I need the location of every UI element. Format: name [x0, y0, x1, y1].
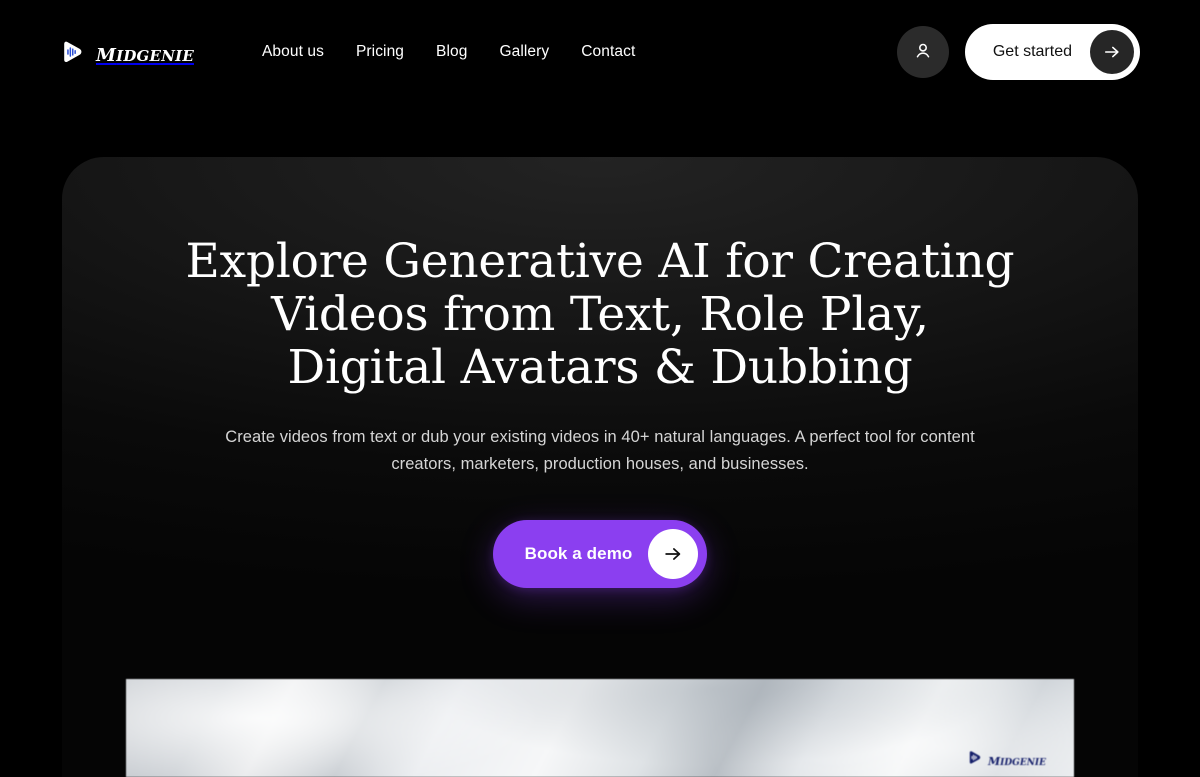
primary-nav-links: About us Pricing Blog Gallery Contact: [262, 43, 635, 61]
video-preview-thumbnail[interactable]: MidGenie: [126, 679, 1074, 777]
nav-item-about-us[interactable]: About us: [262, 43, 324, 61]
user-account-icon: [912, 40, 934, 65]
brand-name-text: MidGenie: [96, 37, 194, 67]
arrow-right-icon: [1090, 30, 1134, 74]
get-started-label: Get started: [992, 43, 1072, 60]
nav-item-gallery[interactable]: Gallery: [499, 43, 549, 61]
video-preview-blur-overlay: [126, 679, 1074, 777]
play-waveform-icon: [966, 749, 983, 771]
hero-headline: Explore Generative AI for Creating Video…: [185, 234, 1015, 395]
hero-cta-row: Book a demo: [62, 520, 1138, 588]
brand-logo-link[interactable]: MidGenie: [58, 38, 194, 67]
hero-subheadline: Create videos from text or dub your exis…: [225, 428, 975, 473]
nav-item-pricing[interactable]: Pricing: [356, 43, 404, 61]
nav-item-contact[interactable]: Contact: [581, 43, 635, 61]
play-waveform-icon: [58, 38, 86, 66]
watermark-brand-name: MidGenie: [987, 751, 1046, 769]
account-avatar-button[interactable]: [896, 26, 949, 78]
nav-item-blog[interactable]: Blog: [436, 43, 467, 61]
nav-actions: Get started: [896, 24, 1140, 80]
get-started-button[interactable]: Get started: [964, 24, 1140, 80]
book-a-demo-button[interactable]: Book a demo: [492, 520, 708, 588]
top-navigation-bar: MidGenie About us Pricing Blog Gallery C…: [0, 0, 1200, 104]
hero-section-card: Explore Generative AI for Creating Video…: [62, 157, 1138, 777]
book-a-demo-label: Book a demo: [524, 544, 633, 563]
video-watermark: MidGenie: [966, 749, 1046, 771]
arrow-right-icon: [648, 529, 699, 579]
